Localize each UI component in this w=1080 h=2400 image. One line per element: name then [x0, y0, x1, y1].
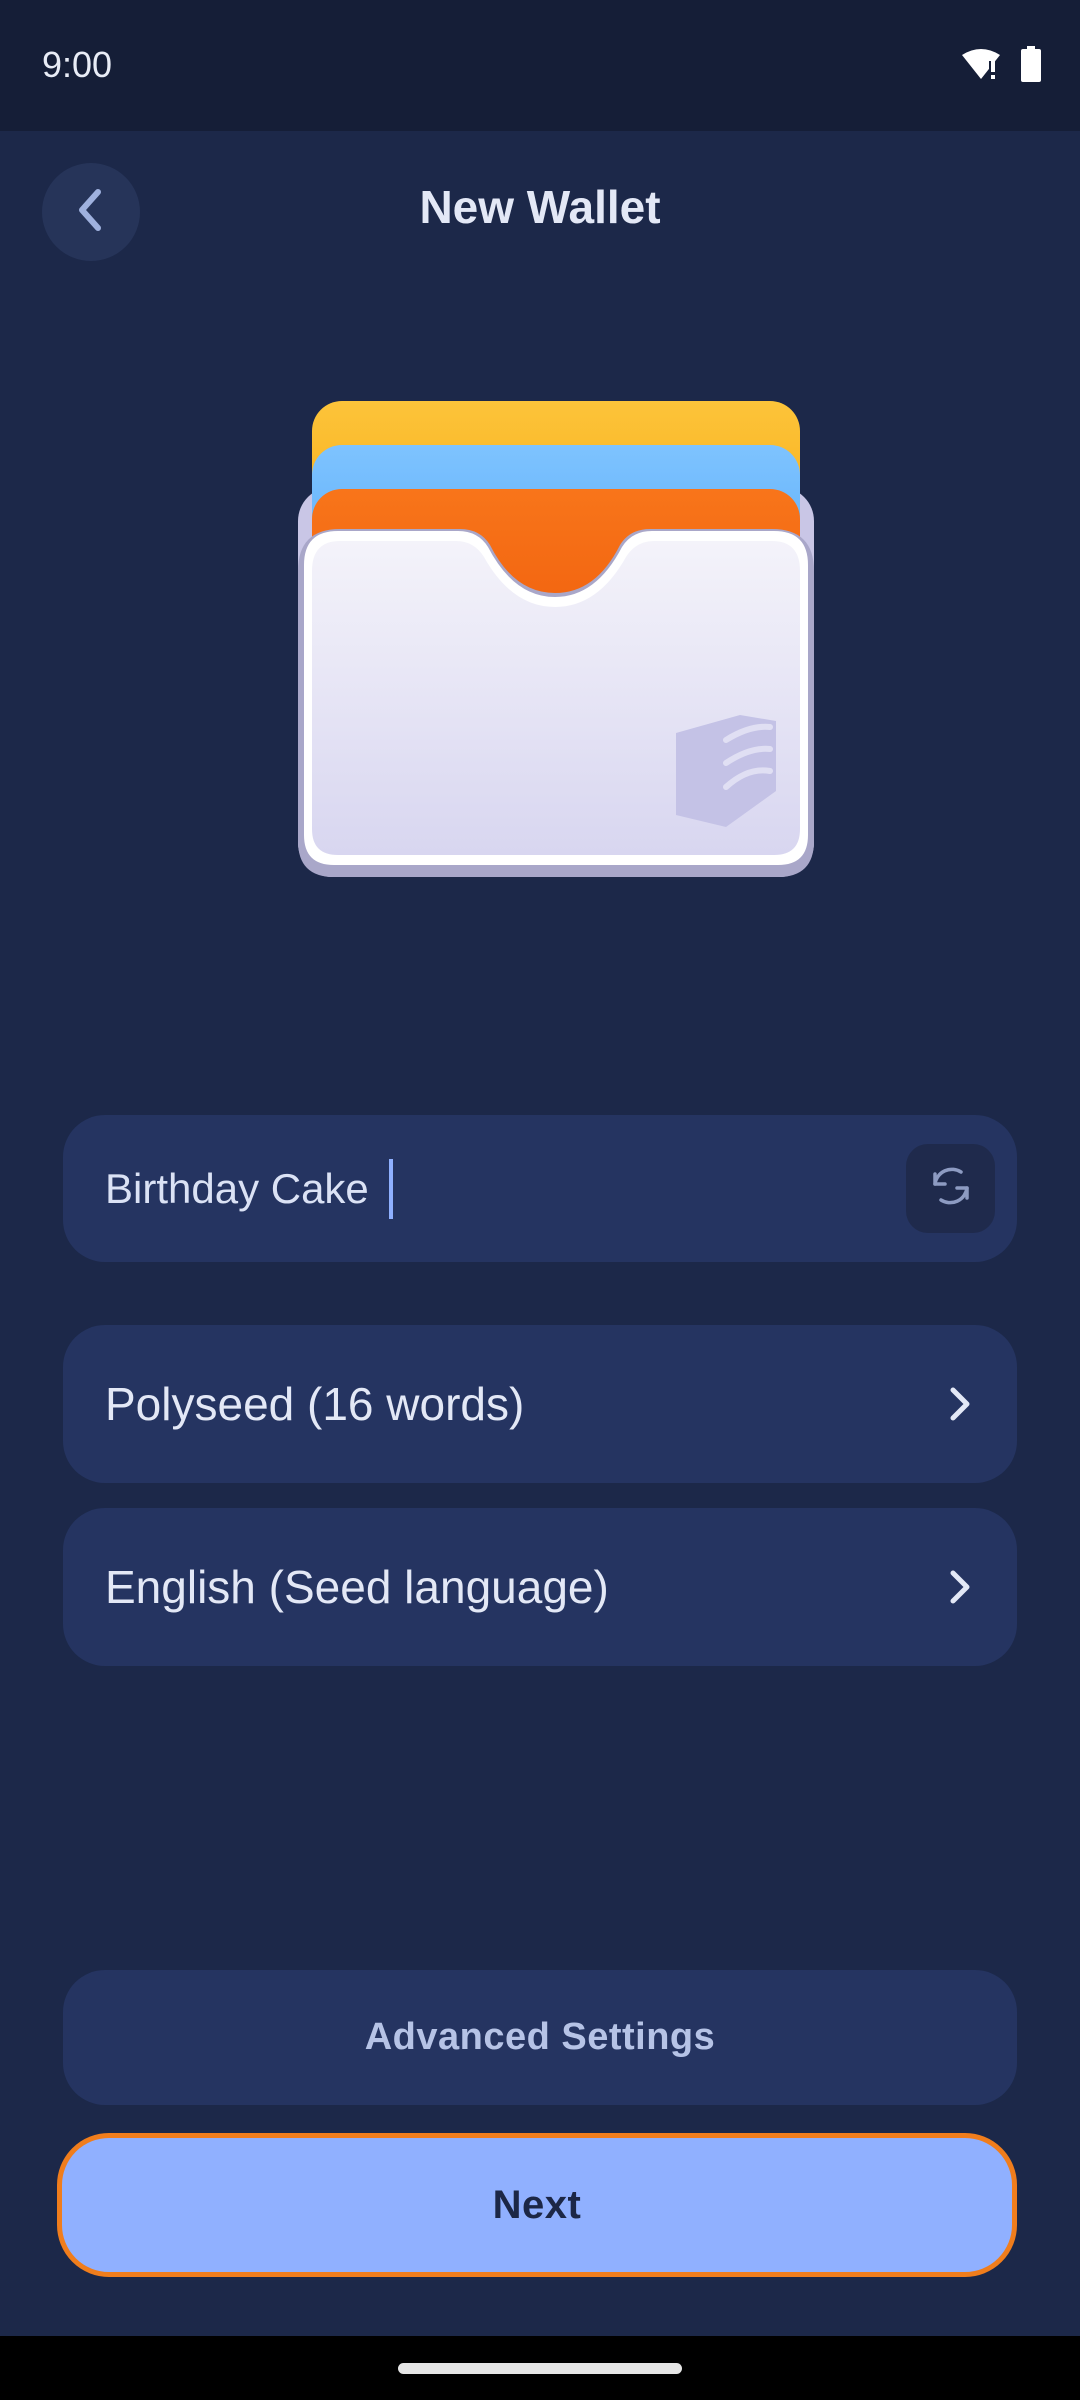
wallet-cards-illustration [290, 395, 820, 885]
status-icons [960, 46, 1042, 87]
chevron-right-icon [939, 1384, 979, 1424]
battery-icon [1020, 46, 1042, 87]
page-title: New Wallet [419, 181, 661, 233]
home-indicator[interactable] [398, 2363, 682, 2374]
text-caret [389, 1159, 393, 1219]
seed-type-label: Polyseed (16 words) [105, 1378, 525, 1430]
status-bar: 9:00 [0, 0, 1080, 131]
seed-type-selector[interactable]: Polyseed (16 words) [63, 1325, 1017, 1483]
wallet-name-input[interactable] [105, 1151, 885, 1226]
wallet-name-field[interactable] [63, 1115, 1017, 1262]
wifi-alert-icon [960, 47, 1002, 86]
status-time: 9:00 [42, 44, 113, 85]
advanced-settings-button[interactable]: Advanced Settings [63, 1970, 1017, 2105]
next-button[interactable]: Next [57, 2133, 1017, 2277]
chevron-right-icon [939, 1567, 979, 1607]
generate-name-button[interactable] [906, 1144, 995, 1233]
refresh-icon [927, 1162, 975, 1215]
seed-language-label: English (Seed language) [105, 1561, 609, 1613]
seed-language-selector[interactable]: English (Seed language) [63, 1508, 1017, 1666]
new-wallet-screen: 9:00 New Wallet Birthday Cake Polyseed (… [0, 0, 1080, 2400]
